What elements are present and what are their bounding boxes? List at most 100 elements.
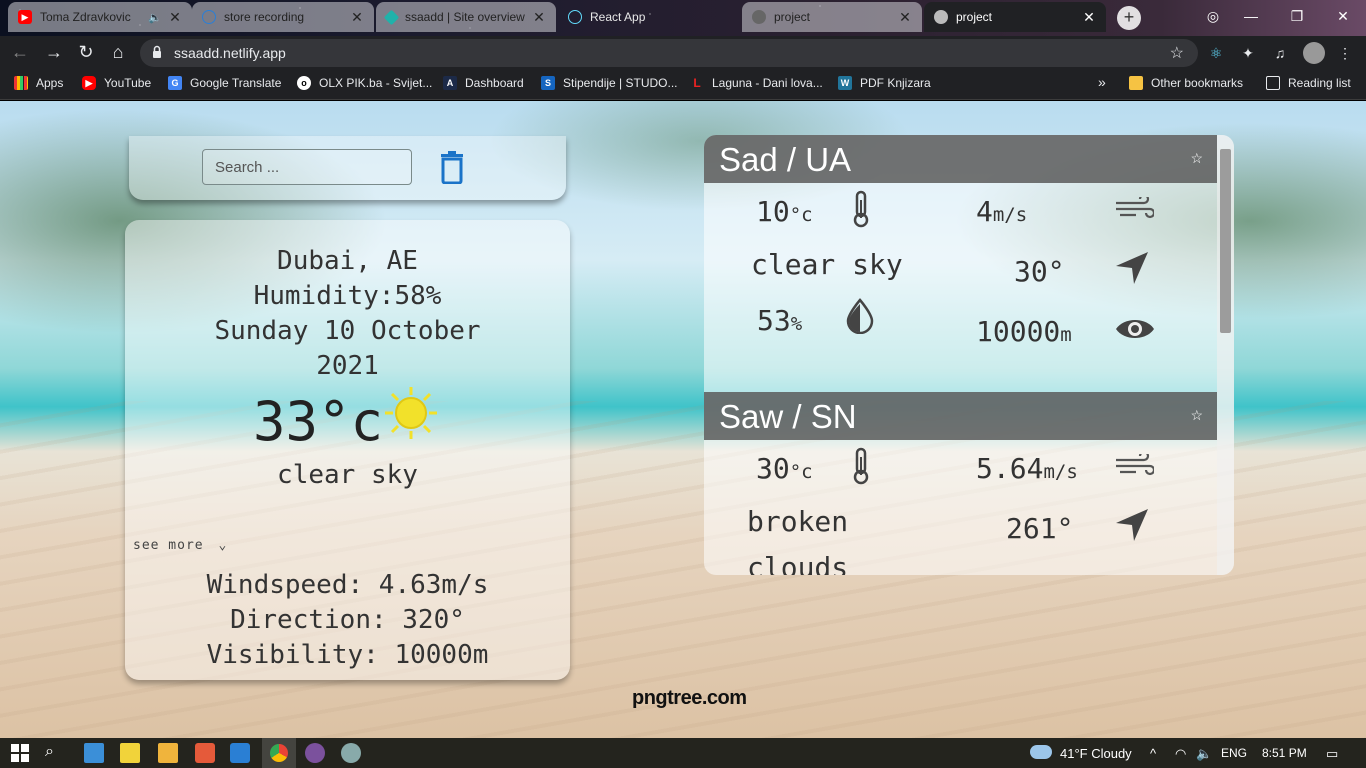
star-icon[interactable]: ☆ [1190, 407, 1203, 424]
tab-react-app[interactable]: React App [558, 2, 740, 32]
bookmark-label: Apps [36, 76, 64, 90]
bookmark-star-icon[interactable]: ☆ [1170, 43, 1184, 63]
youtube-icon: ▶ [18, 10, 32, 24]
wifi-icon[interactable]: ◠ [1175, 746, 1186, 762]
temp-unit: °c [789, 204, 813, 226]
tab-title: React App [590, 10, 646, 24]
bookmark-youtube[interactable]: ▶ YouTube [82, 76, 151, 90]
url-text: ssaadd.netlify.app [174, 45, 286, 61]
search-icon[interactable]: ⌕ [45, 743, 65, 763]
overflow-chevron-icon: » [1098, 74, 1106, 90]
favorite-city-header[interactable]: Sad / UA ☆ [704, 135, 1217, 183]
extensions-icon[interactable]: ✦ [1239, 44, 1257, 62]
forward-button[interactable]: → [42, 40, 66, 64]
close-icon[interactable]: ✕ [532, 9, 546, 26]
maximize-button[interactable]: ❐ [1274, 0, 1320, 32]
favorite-description: broken [747, 505, 849, 538]
avatar[interactable] [1303, 42, 1325, 64]
reading-list-button[interactable]: Reading list [1266, 76, 1351, 90]
clock[interactable]: 8:51 PM [1262, 746, 1307, 760]
close-icon[interactable]: ✕ [168, 9, 182, 26]
bookmark-apps[interactable]: Apps [14, 76, 63, 90]
tab-title: store recording [224, 10, 305, 24]
visibility-value: 10000 [976, 315, 1061, 348]
close-icon[interactable]: ✕ [1082, 9, 1096, 26]
tab-project-1[interactable]: project ✕ [742, 2, 922, 32]
tab-title: project [774, 10, 811, 24]
trash-icon[interactable] [439, 150, 465, 184]
menu-icon[interactable]: ⋮ [1336, 44, 1354, 62]
date-text: Sunday 10 October [214, 316, 481, 346]
bookmark-google-translate[interactable]: G Google Translate [168, 76, 281, 90]
wordpress-icon: W [838, 76, 852, 90]
close-window-button[interactable]: ✕ [1320, 0, 1366, 32]
viber-icon[interactable] [305, 743, 325, 763]
thermometer-icon [853, 447, 869, 485]
tab-netlify[interactable]: ssaadd | Site overview ✕ [376, 2, 556, 32]
favorite-city-header[interactable]: Saw / SN ☆ [704, 392, 1217, 440]
home-button[interactable]: ⌂ [106, 40, 130, 64]
bookmark-dashboard[interactable]: A Dashboard [443, 76, 524, 90]
close-icon[interactable]: ✕ [898, 9, 912, 26]
favorite-direction: 261° [1006, 512, 1074, 545]
other-bookmarks-folder[interactable]: Other bookmarks [1129, 76, 1243, 90]
bookmark-label: YouTube [104, 76, 152, 90]
star-icon[interactable]: ☆ [1190, 150, 1203, 167]
media-control-icon[interactable]: ♫ [1271, 44, 1289, 62]
chevron-down-icon: ⌄ [218, 538, 228, 553]
visibility-text: Visibility: 10000m [206, 640, 489, 670]
react-devtools-icon[interactable]: ⚛ [1207, 44, 1225, 62]
windows-taskbar: ⌕ 41°F Cloudy ^ ◠ 🔈 ENG 8:51 PM ▭ [0, 738, 1366, 768]
tab-project-2[interactable]: project ✕ [924, 2, 1106, 32]
address-bar[interactable]: ssaadd.netlify.app ☆ [140, 39, 1198, 67]
temperature: 33°c [253, 390, 384, 453]
reload-button[interactable]: ↻ [74, 40, 98, 64]
language-indicator[interactable]: ENG [1221, 746, 1247, 760]
new-tab-button[interactable]: + [1117, 6, 1141, 30]
scrollbar-thumb[interactable] [1220, 149, 1231, 333]
sticky-notes-icon[interactable] [120, 743, 140, 763]
search-input[interactable] [202, 149, 412, 185]
olx-icon: o [297, 76, 311, 90]
humidity-text: Humidity:58% [253, 281, 442, 311]
back-button[interactable]: ← [8, 40, 32, 64]
bookmark-label: PDF Knjizara [860, 76, 931, 90]
app-icon[interactable] [341, 743, 361, 763]
tab-youtube[interactable]: ▶ Toma Zdravkovic 🔈 ✕ [8, 2, 192, 32]
bookmark-stipendije[interactable]: S Stipendije | STUDO... [541, 76, 678, 90]
notifications-icon[interactable]: ▭ [1326, 746, 1338, 762]
chevron-up-icon[interactable]: ^ [1150, 746, 1156, 761]
netlify-icon [383, 9, 400, 25]
bookmark-label: OLX PIK.ba - Svijet... [319, 76, 433, 90]
vscode-icon[interactable] [230, 743, 250, 763]
favorites-panel[interactable]: Sad / UA ☆ 10°c 4m/s clear sky 30° 53% 1… [704, 135, 1234, 575]
direction-text: Direction: 320° [230, 605, 465, 635]
git-icon[interactable] [195, 743, 215, 763]
navigation-arrow-icon [1116, 509, 1148, 541]
weather-widget[interactable]: 41°F Cloudy [1060, 746, 1132, 761]
see-more-toggle[interactable]: see more ⌄ [133, 538, 227, 553]
weather-description: clear sky [277, 460, 418, 490]
humidity-unit: % [790, 313, 803, 335]
google-translate-icon: G [168, 76, 182, 90]
navigation-arrow-icon [1116, 252, 1148, 284]
bookmark-olx[interactable]: o OLX PIK.ba - Svijet... [297, 76, 432, 90]
speaker-icon[interactable]: 🔈 [148, 11, 162, 24]
globe-icon [752, 10, 766, 24]
chrome-taskbar-button[interactable] [262, 738, 296, 768]
minimize-button[interactable]: — [1228, 0, 1274, 32]
scrollbar[interactable] [1217, 135, 1234, 575]
volume-icon[interactable]: 🔈 [1196, 746, 1212, 762]
computer-icon[interactable] [84, 743, 104, 763]
bookmark-laguna[interactable]: L Laguna - Dani lova... [690, 76, 822, 90]
close-icon[interactable]: ✕ [350, 9, 364, 26]
bookmarks-overflow-button[interactable]: » [1098, 74, 1106, 90]
wind-unit: m/s [1043, 461, 1078, 483]
favorite-temperature: 30°c [756, 452, 813, 485]
windows-start-icon[interactable] [10, 743, 30, 763]
humidity-drop-icon [846, 298, 874, 334]
favorite-description-line2: clouds [747, 551, 849, 575]
tab-store-recording[interactable]: store recording ✕ [192, 2, 374, 32]
bookmark-pdf-knjizara[interactable]: W PDF Knjizara [838, 76, 931, 90]
file-explorer-icon[interactable] [158, 743, 178, 763]
